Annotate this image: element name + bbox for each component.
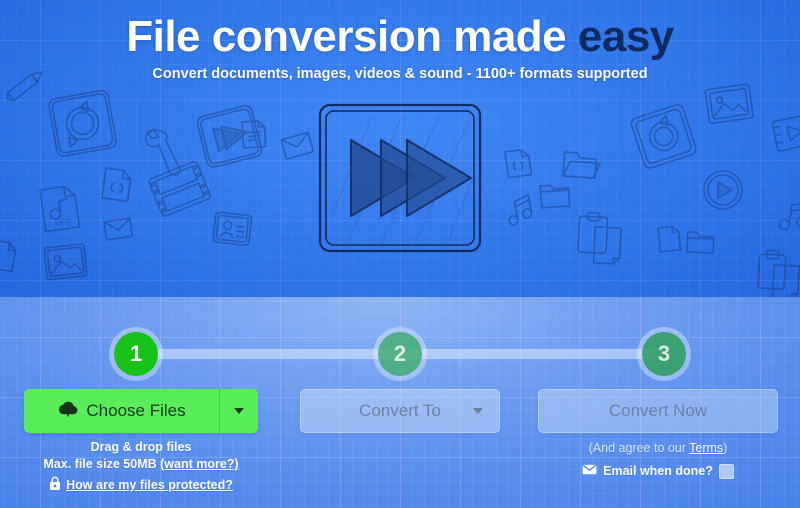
email-when-done-checkbox[interactable] <box>718 463 734 479</box>
files-protected-link[interactable]: How are my files protected? <box>66 477 233 494</box>
page-title-accent: easy <box>577 12 674 61</box>
step-number: 1 <box>129 341 143 366</box>
convert-now-button[interactable]: Convert Now <box>538 389 778 433</box>
choose-files-label: Choose Files <box>86 401 186 420</box>
stepper-step-3[interactable]: 3 <box>637 327 691 381</box>
email-when-done-label: Email when done? <box>603 464 713 478</box>
music-note-icon <box>778 202 800 231</box>
video-file-icon <box>771 113 800 152</box>
terms-suffix: ) <box>723 441 728 455</box>
music-note-icon <box>508 194 533 226</box>
convert-now-label: Convert Now <box>608 401 708 420</box>
film-strip-icon <box>148 160 211 217</box>
email-when-done-line: Email when done? <box>538 462 778 480</box>
file-converter-page: MP3 File conversion made easy Convert do… <box>0 0 800 508</box>
code-file-icon <box>657 225 682 253</box>
convert-to-label: Convert To <box>359 401 441 420</box>
svg-text:MP3: MP3 <box>54 217 72 228</box>
progress-stepper: 1 2 3 <box>0 327 800 381</box>
refresh-arrows-icon <box>630 104 697 169</box>
play-circle-icon <box>703 170 743 210</box>
hero-banner: MP3 File conversion made easy Convert do… <box>0 0 800 297</box>
max-file-size-text: Max. file size 50MB <box>43 457 157 471</box>
mp3-file-icon: MP3 <box>39 185 81 233</box>
padlock-icon <box>49 476 61 495</box>
want-more-link[interactable]: (want more?) <box>160 457 238 471</box>
chevron-down-icon <box>473 408 483 414</box>
code-file-icon <box>101 167 132 203</box>
choose-files-dropdown-button[interactable] <box>219 389 258 433</box>
stepper-step-1[interactable]: 1 <box>109 327 163 381</box>
max-file-size-line: Max. file size 50MB (want more?) <box>24 456 258 473</box>
terms-link[interactable]: Terms <box>689 441 723 455</box>
folder-icon <box>686 231 715 254</box>
terms-line: (And agree to our Terms) <box>538 439 778 457</box>
action-button-row: Choose Files Convert To Convert Now <box>0 389 800 437</box>
page-subtitle: Convert documents, images, videos & soun… <box>152 66 648 82</box>
files-protected-line: How are my files protected? <box>24 476 258 495</box>
code-file-icon <box>0 239 17 273</box>
play-square-icon <box>196 105 263 168</box>
wrench-icon <box>144 128 181 176</box>
choose-files-button-group[interactable]: Choose Files <box>24 389 258 433</box>
converter-controls-panel: 1 2 3 Choose Files Convert To Convert No… <box>0 297 800 508</box>
choose-files-button[interactable]: Choose Files <box>24 389 220 433</box>
envelope-icon <box>103 217 133 241</box>
image-file-icon <box>43 243 88 281</box>
stepper-step-2[interactable]: 2 <box>373 327 427 381</box>
drag-drop-text: Drag & drop files <box>90 440 192 454</box>
step-number: 2 <box>393 341 407 366</box>
folder-icon <box>562 151 601 179</box>
clipboard-copy-icon <box>757 249 800 297</box>
page-title: File conversion made easy <box>0 10 800 64</box>
convert-helper-text: (And agree to our Terms) Email when done… <box>538 439 778 480</box>
image-file-icon <box>704 83 754 125</box>
envelope-icon <box>582 462 597 480</box>
refresh-arrows-icon <box>48 89 117 157</box>
folder-icon <box>539 184 571 209</box>
terms-prefix: (And agree to our <box>588 441 690 455</box>
envelope-icon <box>280 131 314 160</box>
chevron-down-icon <box>234 408 244 414</box>
convert-to-button[interactable]: Convert To <box>300 389 500 433</box>
cloud-upload-icon <box>58 400 78 422</box>
fast-forward-sketch-icon <box>311 98 489 258</box>
upload-helper-text: Drag & drop files Max. file size 50MB (w… <box>24 439 258 495</box>
clipboard-copy-icon <box>577 211 623 265</box>
document-icon <box>241 120 267 149</box>
id-card-icon <box>212 211 253 247</box>
page-title-main: File conversion made <box>126 12 567 61</box>
code-file-icon <box>504 148 533 179</box>
step-number: 3 <box>657 341 671 366</box>
